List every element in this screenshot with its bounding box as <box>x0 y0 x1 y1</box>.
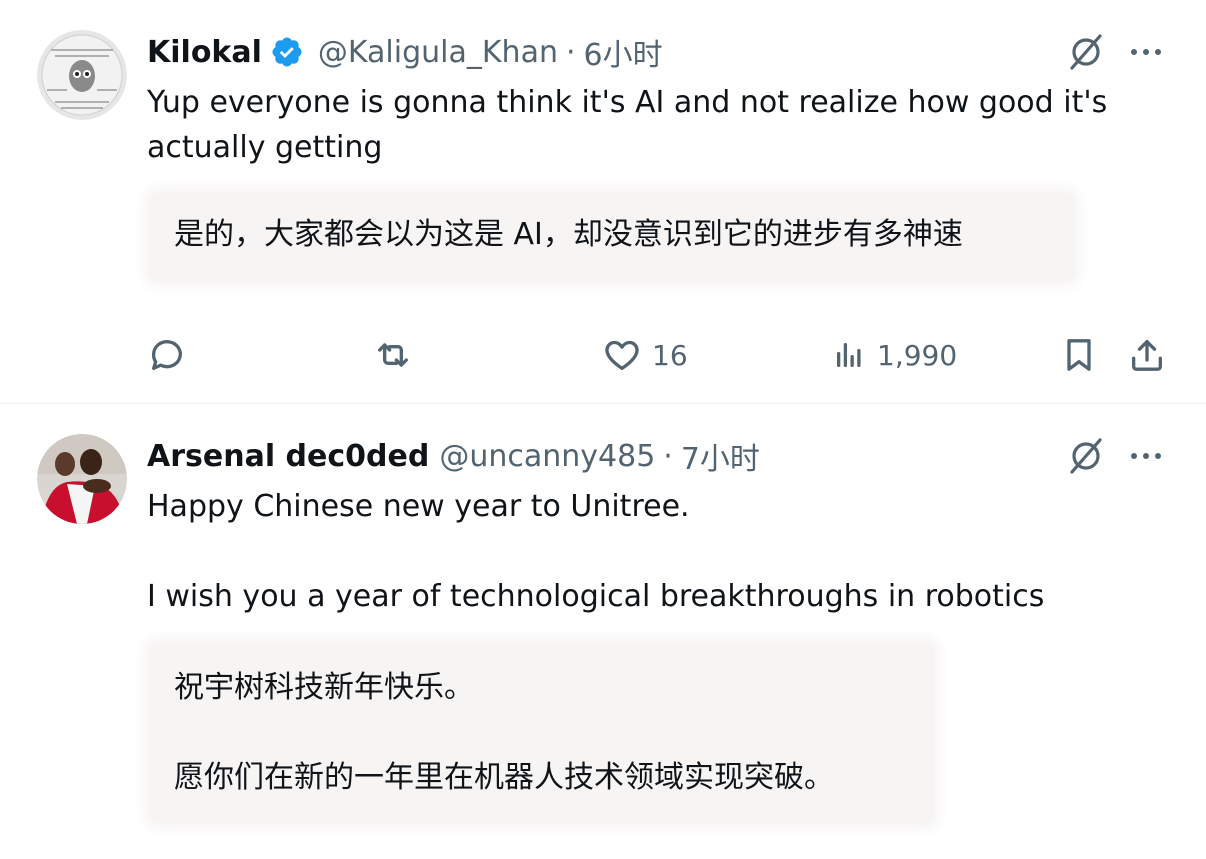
handle[interactable]: @uncanny485 <box>439 439 655 474</box>
grok-icon[interactable] <box>1064 30 1108 74</box>
separator-dot: · <box>565 34 576 70</box>
retweet-icon <box>371 335 415 375</box>
tweet-arsenal-decoded[interactable]: Arsenal dec0ded @uncanny485 · 7小时 Happy … <box>0 404 1206 859</box>
tweet-text: Yup everyone is gonna think it's AI and … <box>147 85 1108 165</box>
share-button[interactable] <box>1127 325 1167 385</box>
translation-box: 是的，大家都会以为这是 AI，却没意识到它的进步有多神速 <box>150 193 1074 281</box>
tweet-header: Kilokal @Kaligula_Khan · 6小时 <box>147 30 663 74</box>
like-button[interactable]: 16 <box>602 325 688 385</box>
view-count: 1,990 <box>877 338 958 372</box>
avatar[interactable] <box>37 434 127 524</box>
tweet-header: Arsenal dec0ded @uncanny485 · 7小时 <box>147 434 760 478</box>
reply-icon <box>147 335 187 375</box>
verified-badge-icon <box>270 35 304 69</box>
display-name[interactable]: Kilokal <box>147 35 262 70</box>
separator-dot: · <box>663 438 673 474</box>
avatar[interactable] <box>37 30 127 120</box>
bookmark-icon <box>1059 335 1099 375</box>
more-options-icon[interactable] <box>1124 434 1168 478</box>
handle[interactable]: @Kaligula_Khan <box>318 35 558 70</box>
retweet-button[interactable] <box>371 325 415 385</box>
display-name[interactable]: Arsenal dec0ded <box>147 439 429 474</box>
heart-icon <box>602 335 642 375</box>
action-bar: 16 1,990 <box>147 325 1167 385</box>
translation-box: 祝宇树科技新年快乐。 愿你们在新的一年里在机器人技术领域实现突破。 <box>150 643 934 823</box>
timestamp[interactable]: 7小时 <box>681 434 760 478</box>
like-count: 16 <box>652 338 688 372</box>
views-button[interactable]: 1,990 <box>831 325 957 385</box>
bookmark-button[interactable] <box>1059 325 1099 385</box>
more-options-icon[interactable] <box>1124 30 1168 74</box>
timestamp[interactable]: 6小时 <box>584 30 663 74</box>
reply-button[interactable] <box>147 325 187 385</box>
tweet-kilokal[interactable]: Kilokal @Kaligula_Khan · 6小时 Yup everyon… <box>0 0 1206 404</box>
share-icon <box>1127 335 1167 375</box>
grok-icon[interactable] <box>1064 434 1108 478</box>
tweet-text: Happy Chinese new year to Unitree. I wis… <box>147 489 1045 614</box>
views-chart-icon <box>831 335 867 375</box>
